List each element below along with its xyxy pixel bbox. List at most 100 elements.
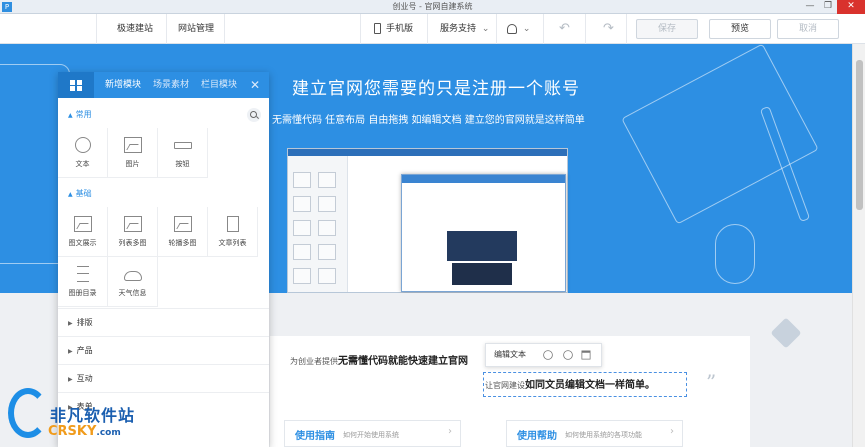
editor-screenshot-image[interactable]	[287, 148, 568, 293]
weather-icon	[124, 271, 142, 281]
tab-scene-assets[interactable]: 场景素材	[153, 72, 189, 98]
intro2-prefix: 让官网建设	[485, 381, 525, 390]
page-scrollbar[interactable]	[852, 44, 865, 447]
widget-label: 图片	[125, 160, 140, 168]
preview-button[interactable]: 预览	[709, 19, 771, 39]
site-manage-link[interactable]: 网站管理	[178, 14, 214, 44]
widget-image[interactable]: 图片	[108, 128, 158, 178]
triangle-right-icon: ▶	[68, 376, 73, 383]
section-basic[interactable]: ▲ 基础	[58, 183, 269, 205]
widget-list-images[interactable]: 列表多图	[108, 207, 158, 257]
guide-card-help[interactable]: 使用帮助 如何使用系统的各项功能 ›	[506, 420, 683, 447]
mouse-outline	[715, 224, 755, 284]
screenshot-cell	[318, 172, 336, 188]
hero-title[interactable]: 建立官网您需要的只是注册一个账号	[292, 74, 580, 99]
triangle-icon: ▲	[68, 112, 73, 119]
watermark-logo-icon	[8, 388, 48, 438]
redo-button[interactable]: ↷	[603, 14, 614, 44]
toolbar-divider	[96, 14, 97, 44]
search-icon[interactable]	[247, 108, 261, 122]
minimize-button[interactable]: —	[801, 0, 819, 14]
user-menu[interactable]: ⌄	[507, 14, 530, 44]
section-label: 常用	[75, 110, 92, 119]
section-layout[interactable]: ▶ 排版	[58, 308, 269, 336]
screenshot-cell	[293, 220, 311, 236]
trash-icon[interactable]	[581, 350, 591, 360]
triangle-icon: ▲	[68, 191, 73, 198]
user-icon	[507, 23, 517, 34]
tab-new-module[interactable]: 新增模块	[105, 72, 141, 98]
section-common[interactable]: ▲ 常用	[58, 104, 269, 126]
section-label: 产品	[76, 346, 93, 355]
triangle-right-icon: ▶	[68, 320, 73, 327]
mobile-icon	[374, 23, 381, 34]
edit-text-popup: 编辑文本	[485, 343, 602, 367]
widget-label: 图册目录	[68, 289, 97, 297]
toolbar-divider	[427, 14, 428, 44]
intro-bold: 无需懂代码就能快速建立官网	[338, 356, 468, 367]
document-icon	[227, 216, 239, 232]
widget-text[interactable]: 文本	[58, 128, 108, 178]
edit-text-button[interactable]: 编辑文本	[494, 344, 526, 366]
watermark-en: CRSKY.com	[48, 424, 121, 439]
widget-label: 文本	[75, 160, 90, 168]
toolbar-divider	[496, 14, 497, 44]
guide-desc: 如何使用系统的各项功能	[565, 431, 642, 439]
button-icon	[174, 142, 192, 149]
chevron-right-icon: ›	[448, 426, 452, 437]
gallery-icon	[124, 216, 142, 232]
section-product[interactable]: ▶ 产品	[58, 336, 269, 364]
widget-label: 轮播多图	[168, 239, 197, 247]
widget-button[interactable]: 按钮	[158, 128, 208, 178]
close-window-button[interactable]: ✕	[837, 0, 865, 14]
widget-album-catalog[interactable]: 图册目录	[58, 257, 108, 307]
window-titlebar: P 创业号 - 官网自建系统 — ❐ ✕	[0, 0, 865, 14]
screenshot-cell	[318, 244, 336, 260]
triangle-right-icon: ▶	[68, 348, 73, 355]
close-icon[interactable]: ✕	[250, 72, 260, 98]
grid-icon[interactable]	[58, 72, 94, 98]
screenshot-dialog-image	[447, 231, 517, 261]
hero-subtitle[interactable]: 无需懂代码 任意布局 自由拖拽 如编辑文档 建立您的官网就是这样简单	[272, 111, 585, 126]
screenshot-cell	[318, 220, 336, 236]
carousel-icon	[174, 216, 192, 232]
toolbar-divider	[626, 14, 627, 44]
gear-icon[interactable]	[543, 350, 553, 360]
link-icon[interactable]	[561, 348, 575, 362]
panel-tabs: 新增模块 场景素材 栏目模块 ✕	[58, 72, 269, 98]
widget-article-list[interactable]: 文章列表	[208, 207, 258, 257]
cancel-button[interactable]: 取消	[777, 19, 839, 39]
section-label: 互动	[76, 374, 93, 383]
screenshot-sidebar	[288, 156, 348, 292]
scrollbar-thumb[interactable]	[856, 60, 863, 210]
widget-label: 按钮	[175, 160, 190, 168]
support-label: 服务支持	[440, 24, 477, 34]
widget-label: 天气信息	[118, 289, 147, 297]
widget-weather[interactable]: 天气信息	[108, 257, 158, 307]
widget-image-text[interactable]: 图文展示	[58, 207, 108, 257]
toolbar-divider	[360, 14, 361, 44]
tab-column-module[interactable]: 栏目模块	[201, 72, 237, 98]
toolbar-divider	[543, 14, 544, 44]
image-icon	[124, 137, 142, 153]
undo-button[interactable]: ↶	[559, 14, 570, 44]
guide-card-usage[interactable]: 使用指南 如何开始使用系统 ›	[284, 420, 461, 447]
intro-text-2[interactable]: 让官网建设如同文员编辑文档一样简单。	[485, 376, 655, 391]
save-button[interactable]: 保存	[636, 19, 698, 39]
quote-icon: ”	[706, 370, 717, 394]
widget-carousel[interactable]: 轮播多图	[158, 207, 208, 257]
toolbar-divider	[585, 14, 586, 44]
mobile-version-button[interactable]: 手机版	[374, 14, 413, 44]
keyboard-outline	[621, 44, 819, 225]
text-icon	[75, 137, 91, 153]
support-menu[interactable]: 服务支持 ⌄	[440, 14, 489, 44]
intro-text[interactable]: 为创业者提供无需懂代码就能快速建立官网	[290, 352, 468, 367]
chevron-down-icon: ⌄	[522, 24, 531, 34]
maximize-button[interactable]: ❐	[819, 0, 837, 14]
widget-label: 文章列表	[218, 239, 247, 247]
watermark-brand: CRSKY	[48, 424, 97, 439]
site-watermark: 非凡软件站 CRSKY.com	[0, 386, 160, 447]
guide-title: 使用帮助	[517, 431, 557, 442]
list-icon	[77, 266, 89, 282]
quick-build-link[interactable]: 极速建站	[117, 14, 153, 44]
